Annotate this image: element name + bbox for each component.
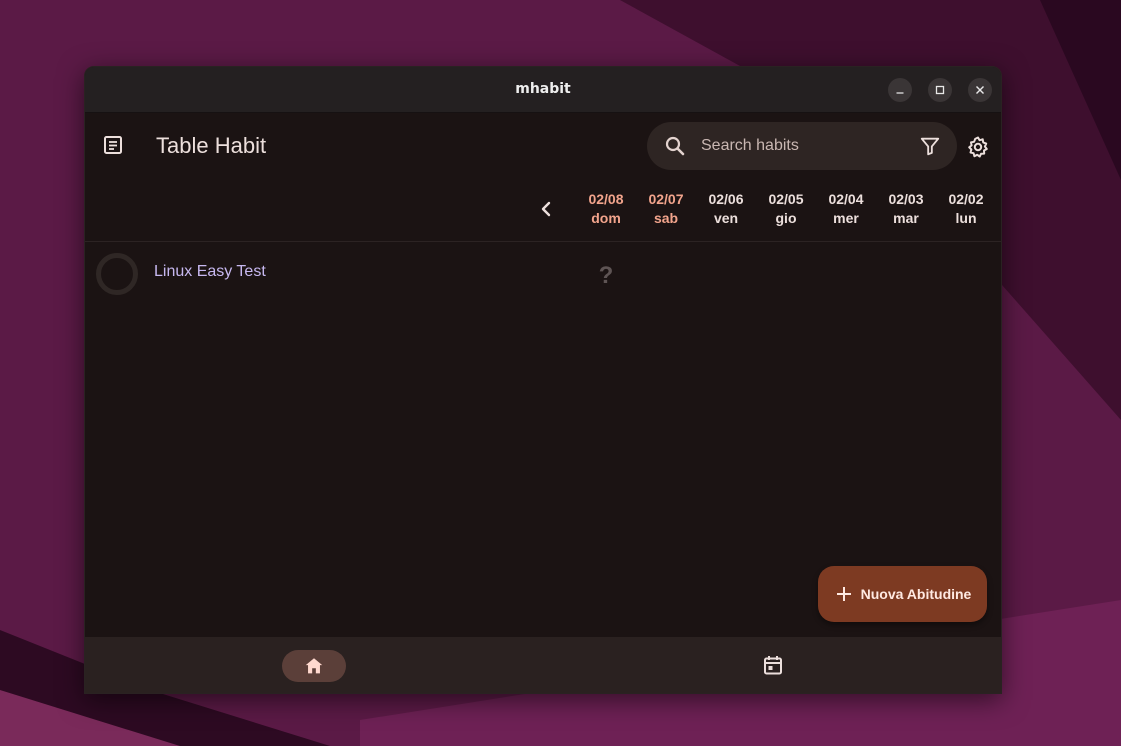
close-button[interactable] (968, 78, 992, 102)
filter-icon[interactable] (919, 135, 941, 157)
date-label: 02/06 (708, 191, 744, 207)
weekday-label: mer (833, 210, 859, 226)
maximize-icon (935, 85, 945, 95)
date-header: 02/08 dom 02/07 sab 02/06 ven 02/05 gio … (85, 179, 1001, 242)
search-bar[interactable] (647, 122, 957, 170)
habit-progress-ring (96, 253, 138, 295)
date-label: 02/08 (588, 191, 624, 207)
date-column[interactable]: 02/07 sab (636, 190, 696, 228)
nav-home-button[interactable] (282, 650, 346, 682)
gear-icon[interactable] (966, 135, 990, 159)
weekday-label: gio (775, 210, 797, 226)
habit-cell-unknown[interactable]: ? (591, 261, 621, 291)
app-bar: Table Habit (85, 113, 1001, 179)
weekday-label: sab (653, 210, 679, 226)
date-label: 02/03 (888, 191, 924, 207)
calendar-icon[interactable] (761, 653, 785, 677)
date-label: 02/07 (648, 191, 684, 207)
date-label: 02/02 (948, 191, 984, 207)
table-row[interactable]: Linux Easy Test ? (85, 243, 1001, 303)
date-column[interactable]: 02/02 lun (936, 190, 996, 228)
date-label: 02/04 (828, 191, 864, 207)
habit-name[interactable]: Linux Easy Test (154, 263, 266, 281)
date-label: 02/05 (768, 191, 804, 207)
search-input[interactable] (701, 122, 901, 170)
weekday-label: lun (955, 210, 977, 226)
maximize-button[interactable] (928, 78, 952, 102)
add-habit-button[interactable]: Nuova Abitudine (818, 566, 987, 622)
search-icon (665, 136, 685, 156)
date-column[interactable]: 02/03 mar (876, 190, 936, 228)
chevron-left-icon[interactable] (535, 197, 559, 221)
bottom-navigation (85, 637, 1001, 693)
plus-icon (836, 587, 851, 601)
date-column[interactable]: 02/08 dom (576, 190, 636, 228)
window-titlebar[interactable]: mhabit (85, 67, 1001, 113)
minimize-button[interactable] (888, 78, 912, 102)
weekday-label: mar (893, 210, 919, 226)
app-window: mhabit Table Habit Search habits 02/08 d… (84, 66, 1002, 694)
page-title: Table Habit (156, 133, 267, 158)
home-icon (305, 658, 323, 674)
date-column[interactable]: 02/04 mer (816, 190, 876, 228)
weekday-label: dom (591, 210, 621, 226)
weekday-label: ven (713, 210, 739, 226)
minimize-icon (896, 92, 904, 94)
date-column[interactable]: 02/05 gio (756, 190, 816, 228)
notes-icon[interactable] (101, 133, 125, 157)
add-habit-label: Nuova Abitudine (860, 586, 972, 602)
close-icon (976, 86, 984, 94)
date-column[interactable]: 02/06 ven (696, 190, 756, 228)
window-title: mhabit (515, 81, 571, 97)
